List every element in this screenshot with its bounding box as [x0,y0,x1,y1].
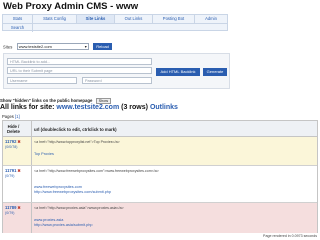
chevron-down-icon: ▾ [84,44,87,50]
row-link[interactable]: Top Proxies [34,152,54,156]
table-row[interactable]: 11789✖ (0/79) <a href="http://www.proxie… [3,203,317,233]
show-hidden-label: Show "hidden" links on the public homepa… [0,98,93,103]
site-select[interactable]: www.testsite2.com ▾ [16,43,89,51]
row-html-code[interactable]: <a href="http://www.proxies.asia">www.pr… [34,206,124,210]
row-id[interactable]: 11789 [5,205,16,210]
username-input[interactable]: Username [7,77,77,84]
nav-out-links[interactable]: Out Links [115,15,153,23]
nav-stats[interactable]: Stats [3,15,33,23]
nav-site-links[interactable]: Site Links [77,15,115,23]
password-input[interactable]: Password [82,77,152,84]
table-row[interactable]: 11791✖ (0/79) <a href="http://www.freewe… [3,166,317,203]
delete-icon[interactable]: ✖ [17,139,21,144]
row-link[interactable]: www.proxies.asia [34,218,63,222]
links-table: Hide / Delete url (doubleclick to edit, … [2,120,318,233]
reload-button[interactable]: Reload [93,43,112,51]
page-link-1[interactable]: [1] [15,114,20,119]
main-nav: Stats Stats Config Site Links Out Links … [2,14,228,32]
outlinks-link[interactable]: Outlinks [150,104,178,111]
row-html-code[interactable]: <a href="http://www.topproxylist.net">To… [34,140,120,144]
row-ptr: (0/79) [5,174,15,178]
col-hide-delete: Hide / Delete [7,124,20,134]
row-html-code[interactable]: <a href="http://www.freewebproxysites.co… [34,169,159,173]
row-link[interactable]: www.freewebproxysites.com [34,185,82,189]
table-row[interactable]: 11792✖ (0/0/78) <a href="http://www.topp… [3,137,317,166]
add-backlink-button[interactable]: Add HTML Backlink [156,68,200,76]
delete-icon[interactable]: ✖ [17,205,21,210]
row-id[interactable]: 11792 [5,139,16,144]
sites-label: Sites [3,44,13,50]
nav-search[interactable]: Search [3,24,33,32]
nav-row-2: Search [3,23,227,32]
row-ptr: (0/0/78) [5,145,18,149]
page-title: Web Proxy Admin CMS - www [3,1,139,12]
nav-stats-config[interactable]: Stats Config [33,15,77,23]
row-submit-link[interactable]: http://www.proxies.asia/submit.php [34,223,92,227]
row-submit-link[interactable]: http://www.freewebproxysites.com/submit.… [34,190,111,194]
nav-posting-bot[interactable]: Posting Bot [153,15,195,23]
submit-url-input[interactable]: URL to their Submit page [7,67,152,74]
delete-icon[interactable]: ✖ [17,168,21,173]
row-ptr: (0/79) [5,211,15,215]
add-backlink-form: HTML Backlink to add... URL to their Sub… [3,53,230,89]
nav-admin[interactable]: Admin [195,15,227,23]
links-heading: All links for site: www.testsite2.com (3… [0,104,178,111]
site-selector: Sites www.testsite2.com ▾ Reload [3,38,112,51]
table-header: Hide / Delete url (doubleclick to edit, … [3,121,317,137]
row-id[interactable]: 11791 [5,168,16,173]
generate-button[interactable]: Generate [203,68,227,76]
heading-site: www.testsite2.com [56,104,120,111]
render-time: Page rendered in 0.0973 seconds [263,234,317,238]
pagination: Pages [1] [2,114,20,119]
backlink-input[interactable]: HTML Backlink to add... [7,58,152,65]
col-url: url (doubleclick to edit, ctrlclick to m… [34,127,117,132]
